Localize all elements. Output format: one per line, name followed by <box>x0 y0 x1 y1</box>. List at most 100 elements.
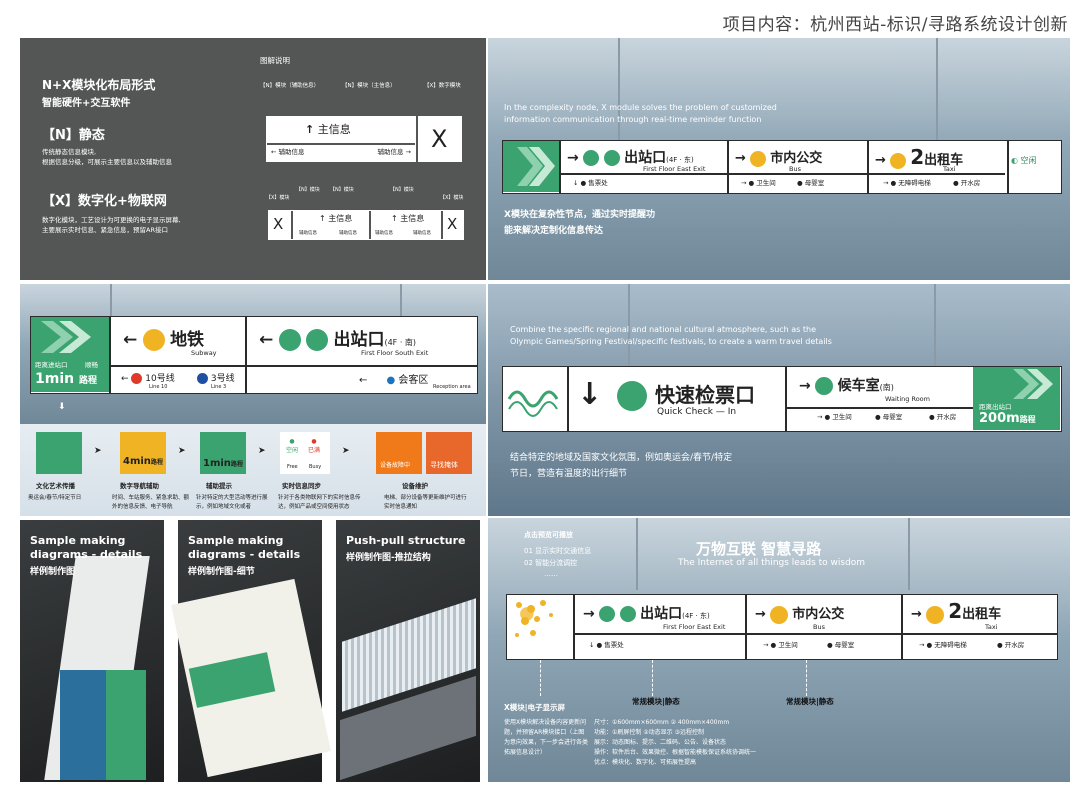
x-module-desc-1: 数字化模块，工艺设计为可更换的电子显示屏幕, <box>42 216 181 224</box>
bus-en: Bus <box>813 623 825 631</box>
x-desc-3: 为意向效果，下一步会进行各类 <box>504 739 589 746</box>
taxi-direction: → 2出租车 <box>911 599 1002 624</box>
distance-panel: 距离出站口 200m路程 <box>973 367 1060 430</box>
mini-time: 4min路程 <box>123 456 163 467</box>
click-preview-label: 点击预览可播放 <box>524 531 573 539</box>
line-3-badge <box>197 373 208 384</box>
feature-2: 02 智能分流调控 <box>524 559 578 567</box>
accessible-elevator: → ● 无障碍电梯 <box>919 641 967 649</box>
diagram-sign-small: X ↑ 主信息 ↑ 主信息 X 辅助信息 辅助信息 辅助信息 辅助信息 <box>268 210 464 240</box>
exit-en: First Floor East Exit <box>663 623 726 631</box>
x-module-vacant: ◐ 空闲 <box>1011 156 1037 165</box>
x-desc-2: 题，并预留AR模块接口（上图 <box>504 729 585 736</box>
caption-en-1: In the complexity node, X module solves … <box>504 103 777 112</box>
spec-size: 尺寸：①600mm×600mm ② 400mm×400mm <box>594 719 730 726</box>
shelter-label: 寻找掩体 <box>430 461 458 469</box>
hot-water: ● 开水房 <box>929 413 957 421</box>
full-en: Busy <box>309 464 322 470</box>
caption-cn-1: X模块在复杂性节点，通过实时提醒功 <box>504 210 655 220</box>
exit-direction: ← 出站口(4F · 南) <box>259 329 417 351</box>
small-x-right: X <box>447 215 458 233</box>
rail-icon <box>306 329 329 351</box>
vacant-en: Free <box>287 464 298 470</box>
x-desc-1: 使用X模块解决设备内容更新问 <box>504 719 587 726</box>
subway-en: Subway <box>191 349 217 357</box>
photo-sign-green <box>106 670 146 780</box>
right-arrow-icon: → <box>911 607 922 622</box>
taxi-icon <box>890 152 907 169</box>
small-aux-2: 辅助信息 <box>339 231 357 236</box>
dots-animation-icon <box>515 600 553 637</box>
smooth-label: 顺畅 <box>85 361 98 369</box>
small-aux-4: 辅助信息 <box>413 231 431 236</box>
aux-info-left: ← 辅助信息 <box>271 148 305 156</box>
n-module-desc-2: 根据信息分级，可展示主要信息以及辅助信息 <box>42 158 172 166</box>
right-arrow-icon: → <box>735 151 746 166</box>
item-title-3: 辅助提示 <box>206 482 232 490</box>
photo-title-en-2: diagrams - details <box>30 548 143 561</box>
label-n-small-2: 【N】模块 <box>330 187 354 193</box>
callout-line-n2 <box>806 660 807 696</box>
x-module-title: 【X】数字化+物联网 <box>42 194 167 209</box>
rail-icon <box>619 606 636 622</box>
left-arrow-icon: ← <box>123 330 138 350</box>
mini-time-2: 1min路程 <box>203 458 243 469</box>
bus-icon <box>770 605 789 624</box>
waiting-en: Waiting Room <box>885 395 930 403</box>
x-letter: X <box>431 125 448 153</box>
chevron-panel <box>503 141 559 192</box>
iot-title-en: The Internet of all things leads to wisd… <box>678 558 866 568</box>
waiting-direction: → 候车室(南) <box>799 377 894 395</box>
item-title-4: 实时信息同步 <box>282 482 321 490</box>
item-title-5: 设备维护 <box>402 482 428 490</box>
photo-title-cn: 样例制作图-推拉结构 <box>346 553 431 563</box>
subway-direction: ← 地铁 <box>123 329 205 351</box>
label-x-small-1: 【X】模块 <box>266 195 290 201</box>
quick-check-sign: ↓ 快速检票口 Quick Check — In → 候车室(南) Waitin… <box>502 366 1062 432</box>
label-n-aux: 【N】模块（辅助信息） <box>260 83 320 89</box>
right-arrow-icon: → <box>875 153 886 168</box>
exit-icon <box>583 150 600 166</box>
hot-water: ● 开水房 <box>997 641 1025 649</box>
x-desc-4: 拓展信息设计） <box>504 749 547 756</box>
caption-cn-1: 结合特定的地域及国家文化氛围，例如奥运会/春节/特定 <box>510 453 733 463</box>
down-arrow-icon: ⬇ <box>58 402 66 412</box>
panel-heading: N+X模块化布局形式 <box>42 78 156 92</box>
nursing-room: ● 母婴室 <box>875 413 903 421</box>
subway-sign: 距离进站口 顺畅 1min 路程 ← 地铁 Subway ← 出站口(4F · … <box>30 316 478 394</box>
culture-tile <box>36 432 82 474</box>
photo-title-en-2: diagrams - details <box>188 548 301 561</box>
photo-title-en-1: Sample making <box>30 534 126 547</box>
spec-display: 展示：动态图标、提示、二维码、公告、设备状态 <box>594 739 727 746</box>
label-n-small-3: 【N】模块 <box>390 187 414 193</box>
callout-line-n1 <box>652 660 653 696</box>
small-main-2: ↑ 主信息 <box>391 214 425 223</box>
left-arrow-icon: ← <box>259 330 274 350</box>
nursing-room: ● 母婴室 <box>797 179 825 187</box>
label-x-small-2: 【X】模块 <box>440 195 464 201</box>
line-10-en: Line 10 <box>149 384 168 390</box>
status-tile: ● 空闲 ● 已满 Free Busy <box>280 432 330 474</box>
line-3-en: Line 3 <box>211 384 227 390</box>
caption-en-1: Combine the specific regional and nation… <box>510 325 817 334</box>
item-desc-2: 时间、车站服务、紧急求助、额外的信息反馈、电子导航 <box>112 495 190 510</box>
cultural-sign-panel: Combine the specific regional and nation… <box>488 284 1070 516</box>
reception-en: Reception area <box>433 384 471 390</box>
distance-value: 200m路程 <box>979 411 1036 426</box>
n-module-label-2: 常规模块|静态 <box>786 697 834 706</box>
taxi-icon <box>926 605 945 624</box>
item-desc-4: 针对于各类物联网下的实时信息传达，例如产品或空间使用状态 <box>278 495 361 510</box>
small-aux-3: 辅助信息 <box>375 231 393 236</box>
spec-advantage: 优点：模块化、数字化、可拓展性提高 <box>594 759 697 766</box>
toilet: → ● 卫生间 <box>763 641 798 649</box>
right-arrow-icon: → <box>567 150 579 166</box>
n-module-desc-1: 传统静态信息模块, <box>42 148 97 156</box>
ticket-office: ↓ ● 售票处 <box>589 641 624 649</box>
restroom-icon: ◐ <box>1011 156 1018 165</box>
rail-icon <box>617 381 647 411</box>
x-module-label: X模块|电子显示屏 <box>504 703 566 712</box>
item-title-2: 数字导航辅助 <box>120 482 159 490</box>
iot-title-cn: 万物互联 智慧寻路 <box>696 540 822 558</box>
nav-tile: 4min路程 <box>120 432 166 474</box>
photo-title-en-1: Push-pull structure <box>346 534 466 547</box>
